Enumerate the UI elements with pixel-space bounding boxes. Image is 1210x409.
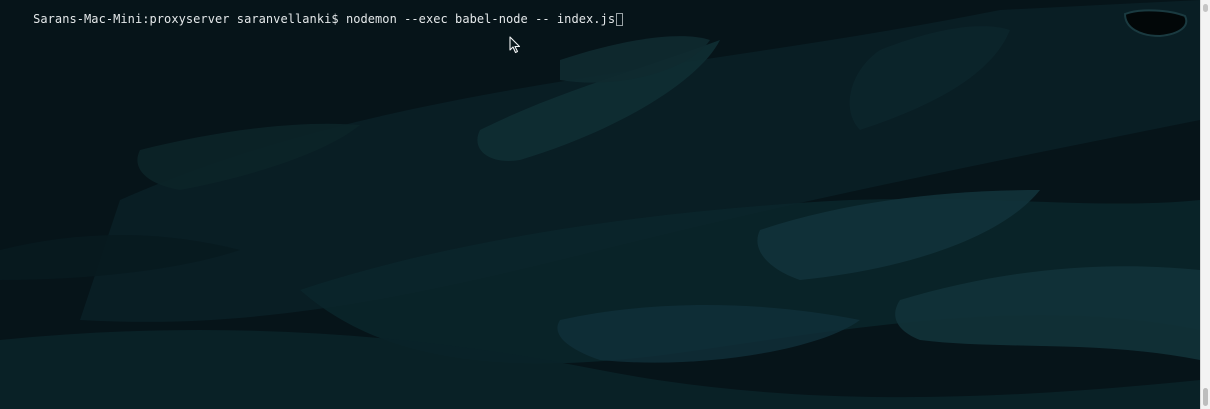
text-cursor [616, 13, 624, 26]
mouse-pointer-icon [509, 36, 521, 54]
shell-prompt: Sarans-Mac-Mini:proxyserver saranvellank… [33, 12, 339, 26]
desktop-wallpaper [0, 0, 1200, 409]
terminal-window[interactable]: Sarans-Mac-Mini:proxyserver saranvellank… [0, 0, 1210, 409]
terminal-line: Sarans-Mac-Mini:proxyserver saranvellank… [4, 0, 624, 26]
scrollbar-top-thumb[interactable] [1203, 4, 1208, 12]
shell-command[interactable]: nodemon --exec babel-node -- index.js [346, 12, 615, 26]
scrollbar-thumb[interactable] [1203, 388, 1208, 406]
vertical-scrollbar[interactable] [1200, 0, 1210, 409]
